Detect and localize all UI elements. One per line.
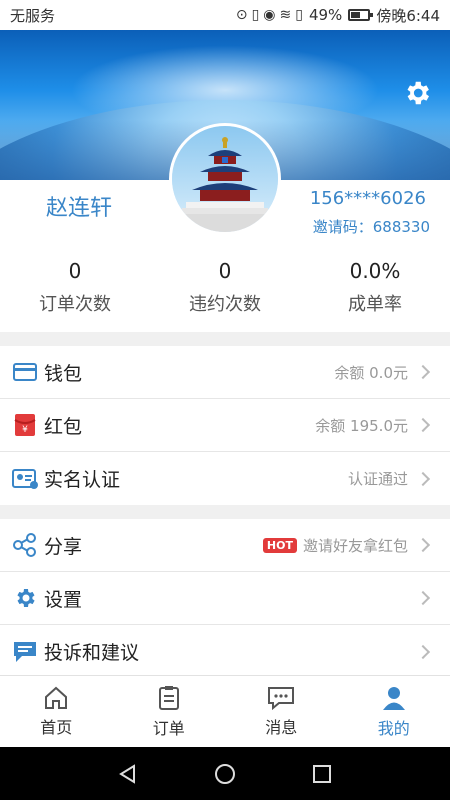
stat-label: 成单率	[348, 294, 402, 315]
bottom-tab-bar: 首页 订单 消息 我的	[0, 675, 450, 747]
menu-value: 认证通过	[347, 470, 408, 488]
recents-square-icon[interactable]	[311, 763, 333, 785]
stat-label: 违约次数	[189, 294, 261, 315]
battery-icon	[348, 9, 374, 21]
menu-label: 分享	[44, 535, 83, 558]
avatar-temple-image	[172, 126, 278, 232]
feedback-icon	[12, 639, 38, 665]
section-divider	[0, 332, 450, 346]
section-divider	[0, 505, 450, 519]
settings-gear-icon[interactable]	[402, 78, 432, 108]
system-nav-bar	[0, 747, 450, 800]
stat-value: 0	[68, 259, 82, 283]
menu-label: 设置	[44, 588, 83, 611]
id-card-icon	[12, 466, 38, 492]
phone-number: 156****6026	[309, 188, 426, 209]
clock: 傍晚6:44	[376, 6, 440, 25]
tab-label: 消息	[265, 717, 298, 737]
menu-group-more: 分享 HOT 邀请好友拿红包 设置 投诉和建议	[0, 519, 450, 678]
carrier-text: 无服务	[10, 6, 56, 25]
invite-code: 邀请码：688330	[312, 218, 430, 236]
home-circle-icon[interactable]	[214, 763, 236, 785]
menu-label: 实名认证	[44, 469, 121, 491]
clipboard-icon	[158, 685, 179, 710]
menu-value: 余额 195.0元	[315, 416, 408, 435]
red-packet-icon: ¥	[12, 412, 38, 438]
status-right: ⊙ ▯ ◉ ≋ ▯ 49% 傍晚6:44	[236, 5, 440, 26]
tab-orders[interactable]: 订单	[113, 676, 226, 747]
wallet-icon	[12, 359, 38, 385]
menu-label: 钱包	[44, 362, 83, 385]
gear-icon	[12, 585, 38, 611]
tab-label: 订单	[152, 718, 185, 738]
status-bar: 无服务 ⊙ ▯ ◉ ≋ ▯ 49% 傍晚6:44	[0, 0, 450, 30]
battery-percent: 49%	[308, 6, 343, 24]
chevron-right-icon	[415, 537, 431, 553]
stats-row: 0 订单次数 0 违约次数 0.0% 成单率	[0, 258, 450, 330]
back-icon[interactable]	[117, 763, 139, 785]
menu-item-settings[interactable]: 设置	[0, 572, 450, 625]
chevron-right-icon	[415, 644, 431, 659]
stat-value: 0.0%	[349, 259, 401, 283]
stat-value: 0	[218, 259, 232, 283]
sim-icon: ▯	[295, 7, 303, 23]
chevron-right-icon	[415, 364, 431, 380]
chevron-right-icon	[415, 471, 431, 486]
user-name: 赵连轩	[46, 196, 113, 221]
status-icons: ⊙ ▯ ◉ ≋ ▯	[236, 7, 303, 23]
svg-text:¥: ¥	[22, 425, 28, 435]
stat-violations: 0 违约次数	[150, 258, 300, 330]
tab-label: 我的	[377, 718, 410, 738]
stat-success-rate: 0.0% 成单率	[300, 258, 450, 330]
avatar[interactable]	[169, 123, 281, 235]
menu-group-account: 钱包 余额 0.0元 ¥ 红包 余额 195.0元 实名认证 认证通过	[0, 346, 450, 505]
stat-label: 订单次数	[39, 294, 111, 315]
user-icon	[382, 686, 405, 710]
menu-item-share[interactable]: 分享 HOT 邀请好友拿红包	[0, 519, 450, 572]
menu-value: 邀请好友拿红包	[302, 536, 408, 555]
tab-messages[interactable]: 消息	[225, 676, 338, 747]
message-icon	[268, 686, 295, 710]
chevron-right-icon	[415, 590, 431, 606]
share-icon	[12, 532, 38, 558]
eye-icon: ◉	[263, 7, 276, 23]
vibrate-icon: ▯	[251, 7, 260, 23]
location-icon: ⊙	[235, 7, 248, 23]
stat-orders: 0 订单次数	[0, 258, 150, 330]
menu-item-verification[interactable]: 实名认证 认证通过	[0, 452, 450, 505]
menu-value: 余额 0.0元	[334, 363, 408, 382]
chevron-right-icon	[415, 417, 431, 433]
tab-label: 首页	[40, 717, 73, 737]
hot-badge: HOT	[262, 537, 297, 553]
tab-mine[interactable]: 我的	[338, 676, 450, 747]
menu-item-feedback[interactable]: 投诉和建议	[0, 625, 450, 678]
home-icon	[45, 686, 68, 709]
menu-label: 红包	[44, 415, 83, 438]
menu-item-red-packet[interactable]: ¥ 红包 余额 195.0元	[0, 399, 450, 452]
menu-item-wallet[interactable]: 钱包 余额 0.0元	[0, 346, 450, 399]
wifi-icon: ≋	[279, 7, 292, 23]
menu-label: 投诉和建议	[44, 642, 140, 664]
tab-home[interactable]: 首页	[0, 676, 113, 747]
